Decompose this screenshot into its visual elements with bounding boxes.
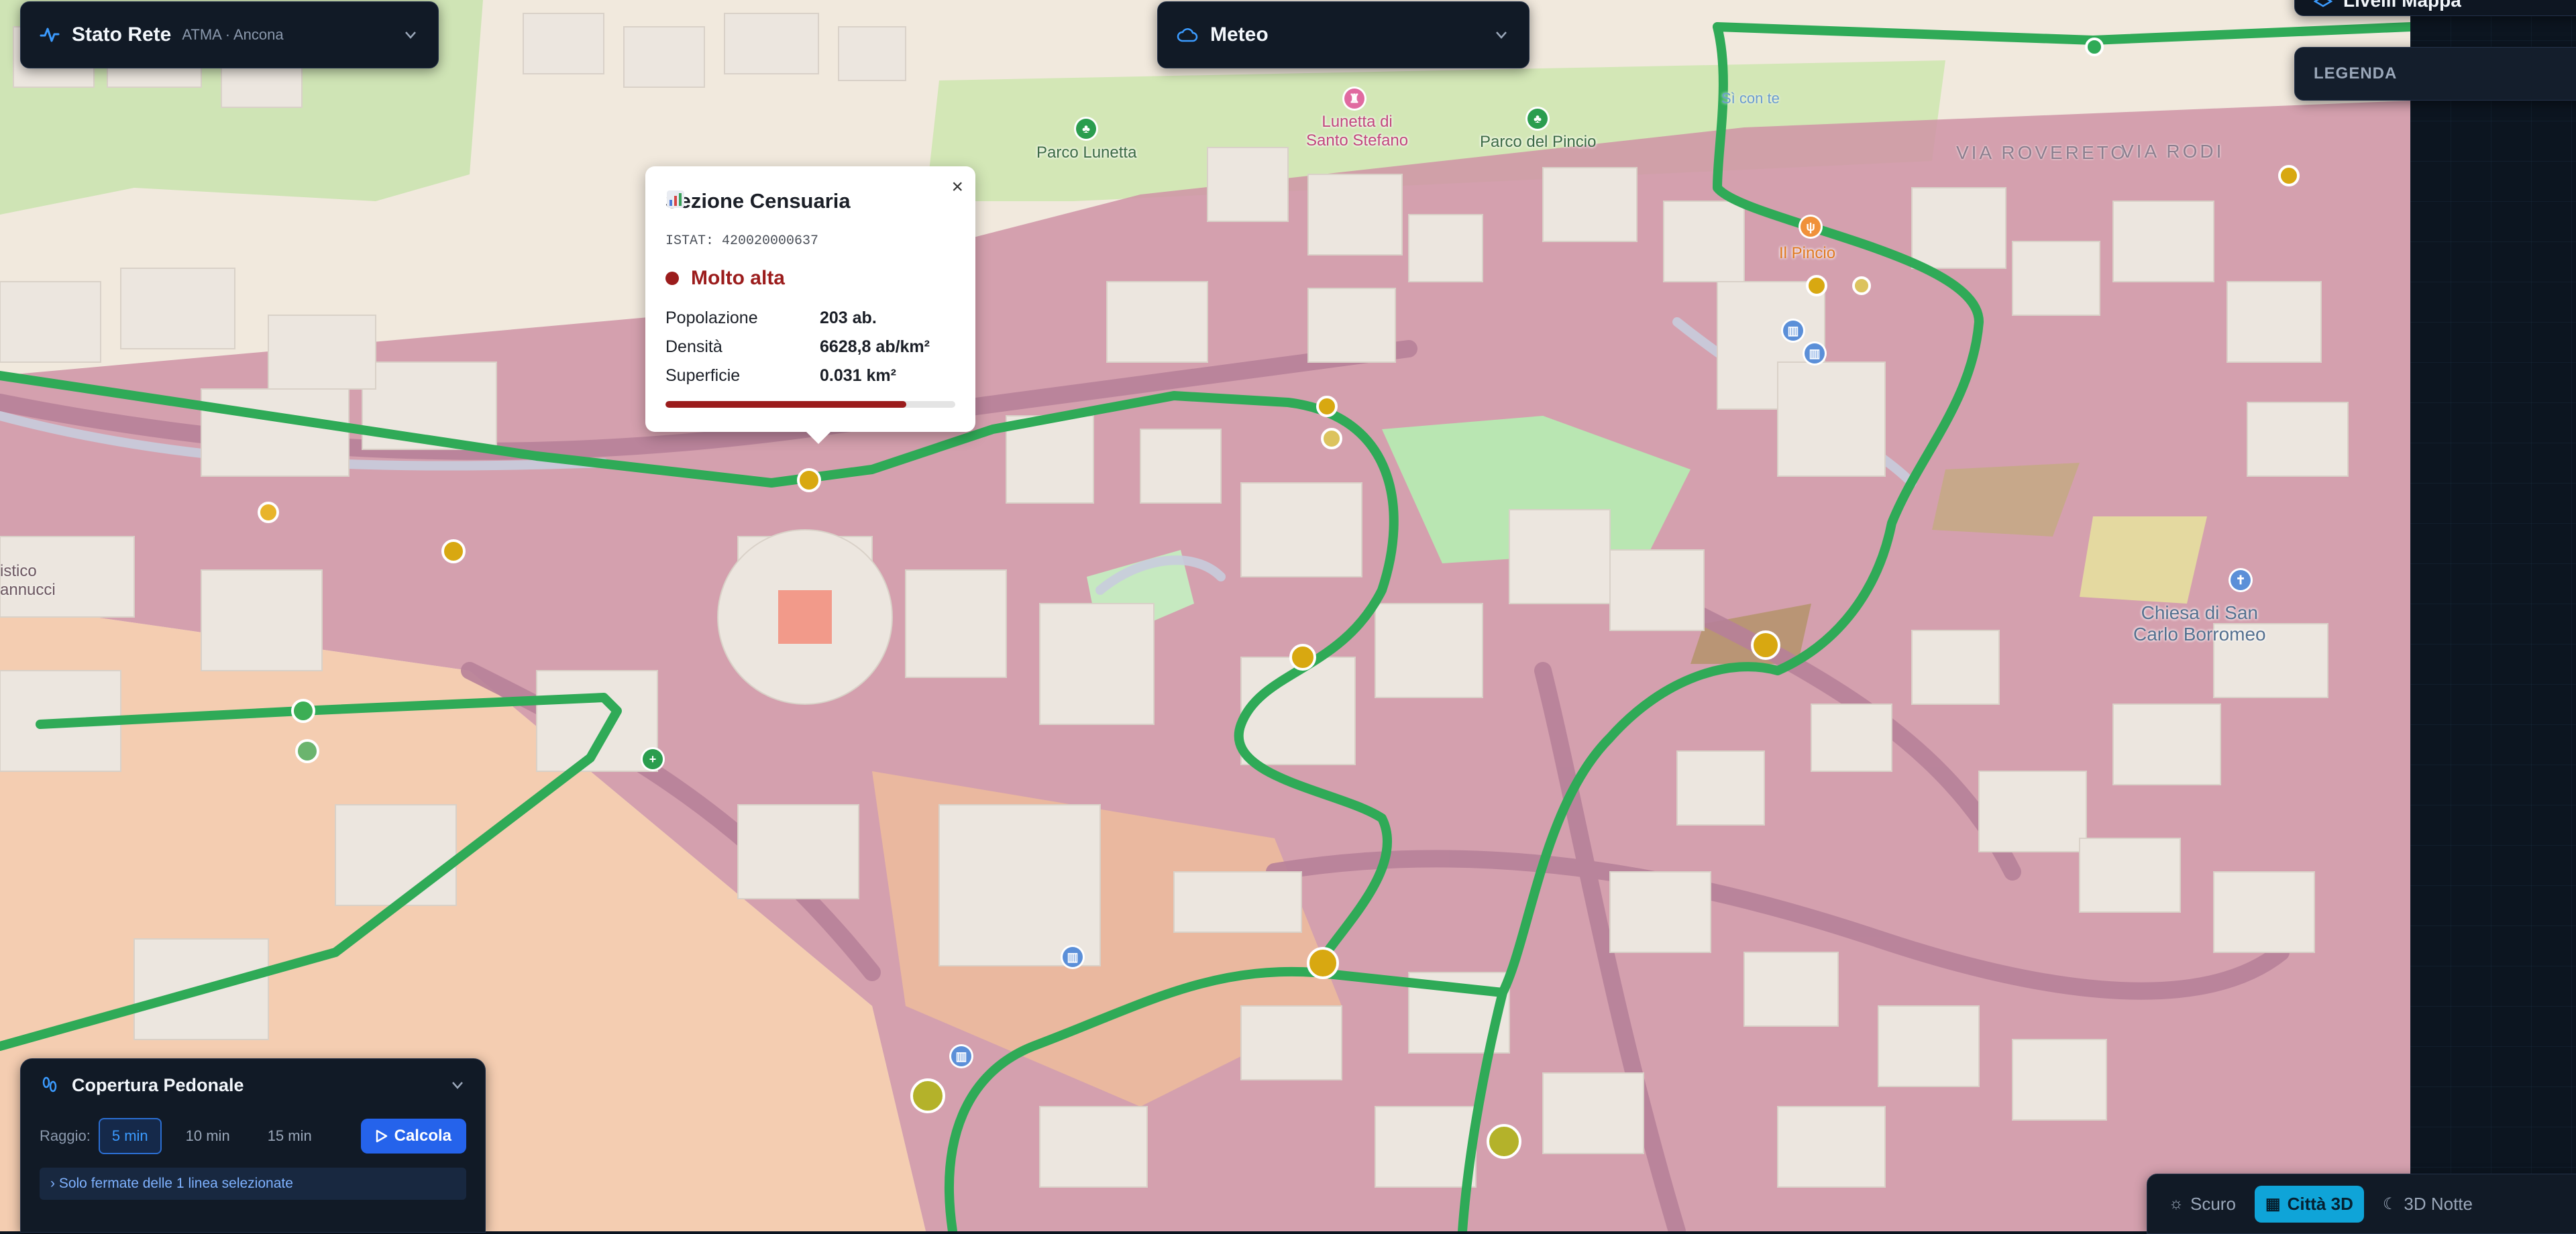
network-status-panel[interactable]: Stato Rete ATMA · Ancona <box>20 1 439 68</box>
legend-panel[interactable]: LEGENDA <box>2294 47 2576 101</box>
restaurant-icon[interactable]: ψ <box>1801 217 1821 237</box>
density-bar <box>665 401 955 408</box>
popup-stats-table: Popolazione 203 ab. Densità 6628,8 ab/km² … <box>665 304 930 390</box>
legend-title: LEGENDA <box>2314 64 2398 82</box>
theme-switcher: ☼ Scuro ▦ Città 3D ☾ 3D Notte <box>2147 1174 2576 1234</box>
bank-icon[interactable]: ▥ <box>1783 321 1803 341</box>
theme-city3d-label: Città 3D <box>2287 1193 2353 1214</box>
network-status-title: Stato Rete <box>72 23 172 46</box>
label-lunetta: Lunetta di Santo Stefano <box>1306 113 1409 150</box>
radius-option-5[interactable]: 5 min <box>98 1118 162 1154</box>
map-layer <box>0 0 2410 1231</box>
stat-value: 0.031 km² <box>820 366 896 385</box>
table-row: Popolazione 203 ab. <box>665 304 930 333</box>
weather-title: Meteo <box>1210 23 1269 46</box>
popup-title: Sezione Censuaria <box>665 189 851 213</box>
monument-icon[interactable]: ♜ <box>1344 89 1364 109</box>
density-level-label: Molto alta <box>691 267 785 289</box>
theme-dark-label: Scuro <box>2190 1193 2236 1214</box>
bank-icon[interactable]: ▥ <box>1063 947 1083 967</box>
radius-option-15[interactable]: 15 min <box>254 1118 325 1154</box>
stat-value: 203 ab. <box>820 308 877 327</box>
bank-icon[interactable]: ▥ <box>1805 343 1825 363</box>
stat-key: Densità <box>665 337 722 356</box>
calculate-button[interactable]: Calcola <box>360 1119 466 1154</box>
label-parco-pincio: Parco del Pincio <box>1480 133 1597 151</box>
stops-filter-note-text: Solo fermate delle 1 linea selezionate <box>58 1176 293 1191</box>
label-si-con-te: Sì con te <box>1721 90 1780 107</box>
park-icon[interactable]: ♣ <box>1527 109 1548 129</box>
label-il-pincio: Il Pincio <box>1779 244 1836 262</box>
building-icon: ▦ <box>2265 1194 2281 1213</box>
label-parco-lunetta: Parco Lunetta <box>1036 144 1137 162</box>
label-via-rodi: VIA RODI <box>2121 141 2224 162</box>
density-bar-fill <box>665 401 906 408</box>
census-section-popup: Sezione Censuaria × ISTAT: 420020000637 … <box>645 166 975 444</box>
right-gutter <box>2410 0 2576 1231</box>
sun-icon: ☼ <box>2169 1194 2184 1213</box>
park-icon[interactable]: ♣ <box>1076 119 1096 139</box>
chevron-down-icon[interactable] <box>402 26 419 44</box>
chevron-down-icon[interactable] <box>449 1076 466 1094</box>
layers-icon <box>2314 0 2332 7</box>
church-icon[interactable]: ✝ <box>2231 570 2251 590</box>
radius-option-10[interactable]: 10 min <box>172 1118 244 1154</box>
walking-coverage-panel: Copertura Pedonale Raggio: 5 min 10 min … <box>20 1058 486 1233</box>
density-level-dot <box>665 272 679 285</box>
table-row: Superficie 0.031 km² <box>665 361 930 390</box>
cloud-icon <box>1177 28 1198 42</box>
map-canvas[interactable]: ♣ ♜ ♣ ψ ✝ ▥ ▥ ▥ ▥ + Parco Lunetta Lunett… <box>0 0 2410 1231</box>
stat-value: 6628,8 ab/km² <box>820 337 930 356</box>
theme-3d-night-button[interactable]: ☾ 3D Notte <box>2372 1186 2483 1223</box>
bank-icon[interactable]: ▥ <box>951 1046 971 1066</box>
theme-3d-night-label: 3D Notte <box>2404 1193 2473 1214</box>
label-left-edge: istico annucci <box>0 562 56 599</box>
pharmacy-icon[interactable]: + <box>643 749 663 769</box>
chevron-down-icon[interactable] <box>1493 26 1510 44</box>
bar-chart-icon <box>667 190 684 208</box>
weather-panel[interactable]: Meteo <box>1157 1 1529 68</box>
popup-close-button[interactable]: × <box>951 176 963 199</box>
map-layers-title: Livelli Mappa <box>2343 0 2461 11</box>
activity-icon <box>40 27 60 42</box>
stops-filter-note: › Solo fermate delle 1 linea selezionate <box>40 1168 466 1200</box>
radius-label: Raggio: <box>40 1127 91 1144</box>
table-row: Densità 6628,8 ab/km² <box>665 333 930 361</box>
calculate-label: Calcola <box>394 1127 451 1145</box>
label-via-rovereto: VIA ROVERETO <box>1956 142 2128 163</box>
chevron-right-icon: › <box>50 1176 59 1191</box>
stat-key: Superficie <box>665 366 741 385</box>
label-chiesa: Chiesa di San Carlo Borromeo <box>2133 602 2266 645</box>
theme-city3d-button[interactable]: ▦ Città 3D <box>2254 1185 2364 1223</box>
walking-coverage-title: Copertura Pedonale <box>72 1074 244 1095</box>
footprints-icon <box>42 1076 57 1092</box>
theme-dark-button[interactable]: ☼ Scuro <box>2158 1186 2247 1223</box>
map-layers-panel[interactable]: Livelli Mappa <box>2294 0 2576 16</box>
stat-key: Popolazione <box>665 308 758 327</box>
popup-istat: ISTAT: 420020000637 <box>665 233 819 249</box>
play-icon <box>376 1129 387 1143</box>
moon-icon: ☾ <box>2382 1194 2398 1213</box>
network-status-subtitle: ATMA · Ancona <box>182 26 284 43</box>
